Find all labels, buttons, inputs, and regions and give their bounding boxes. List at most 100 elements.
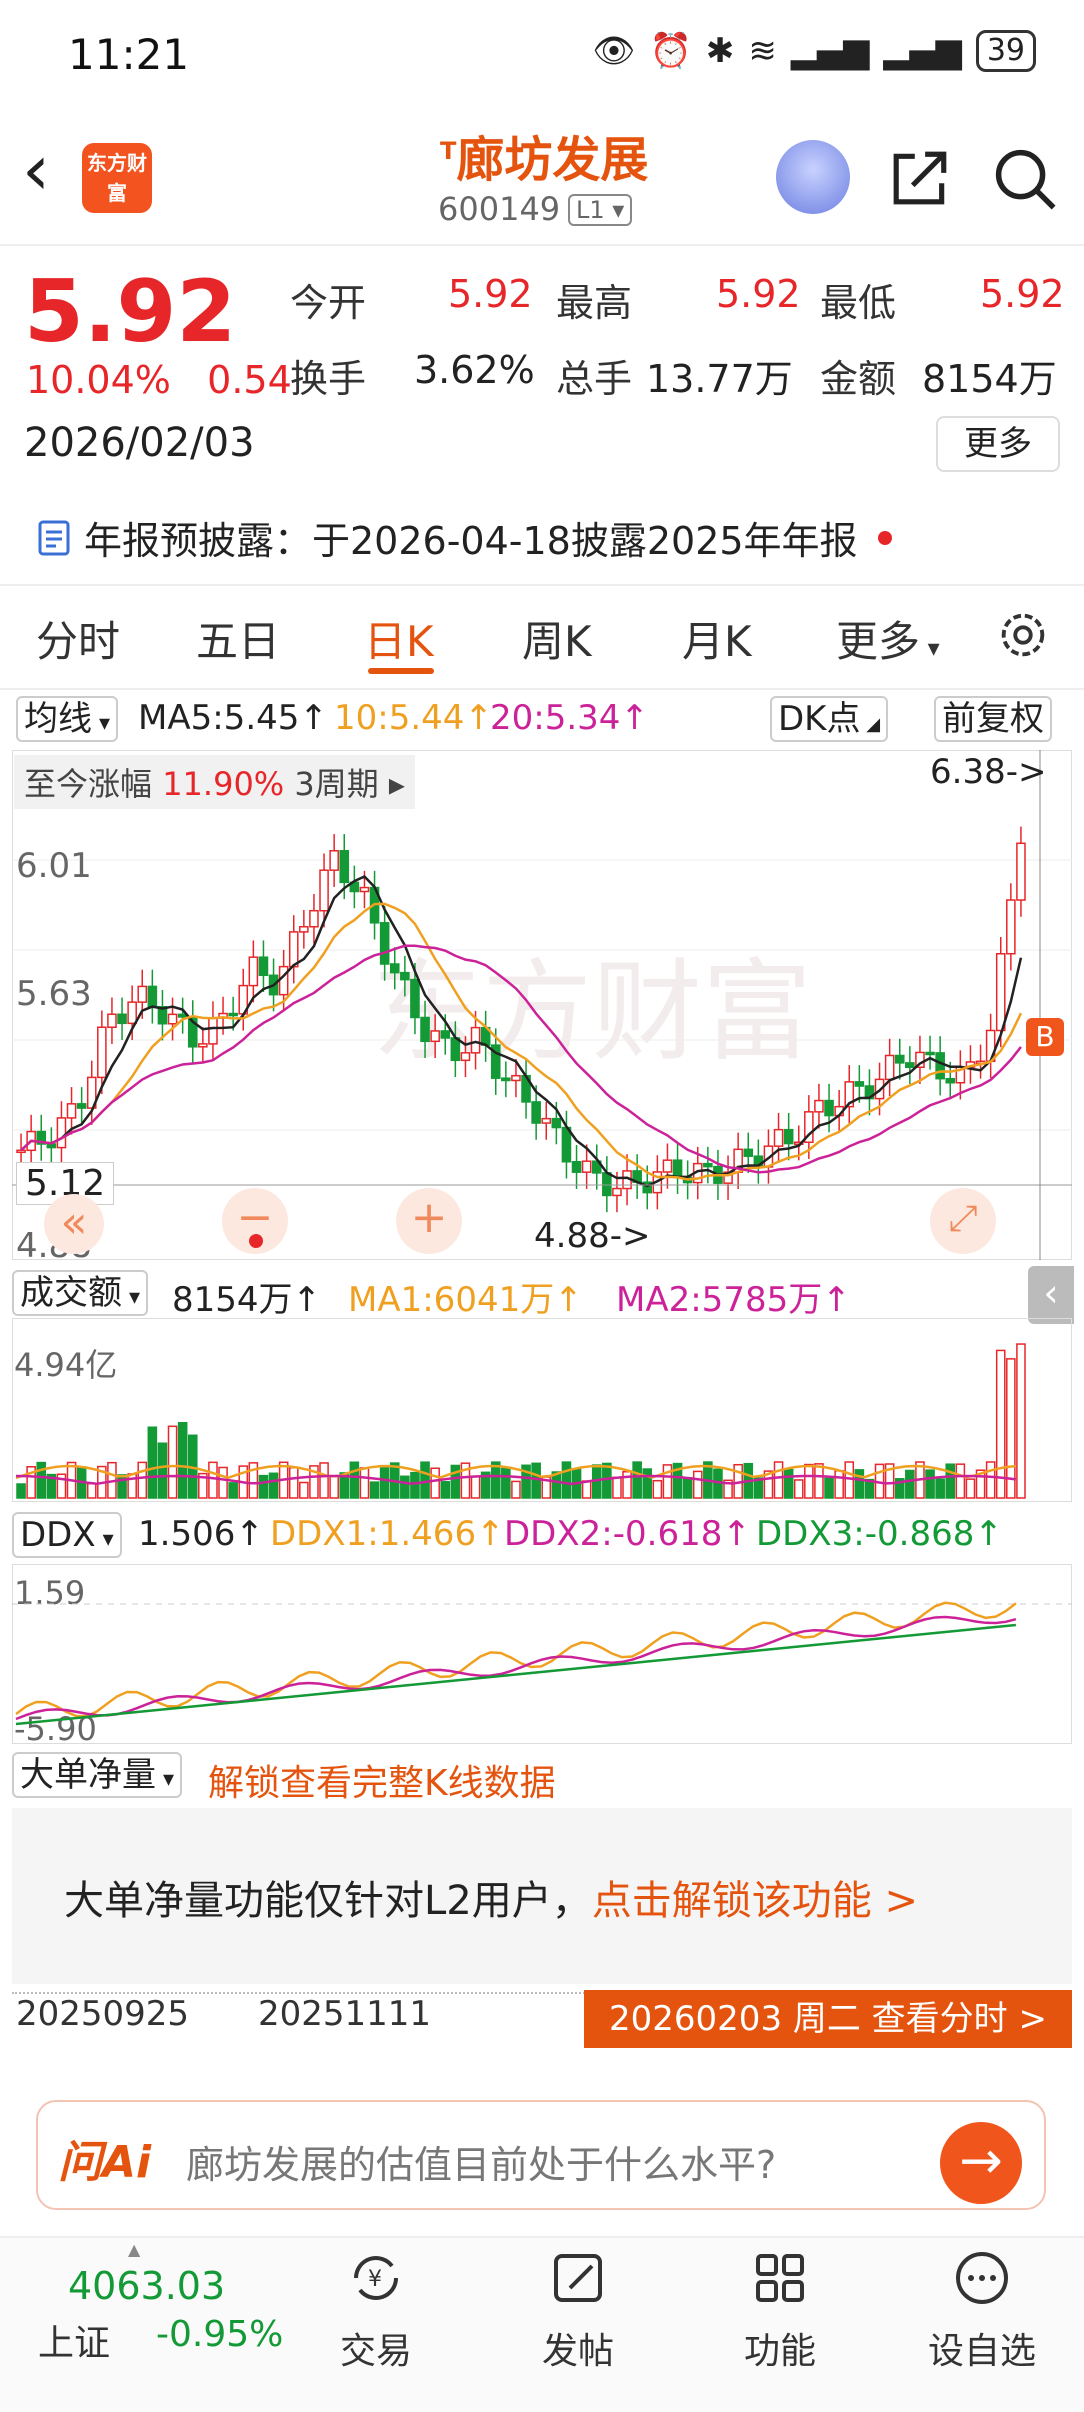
ddx-svg [12,1601,1072,1726]
gear-icon[interactable] [994,606,1052,664]
zoom-indicator-dot [249,1234,263,1248]
ask-send-button[interactable]: → [940,2122,1022,2204]
back-button[interactable]: ‹ [22,135,82,210]
unlock-feature-link[interactable]: 点击解锁该功能 > [592,1878,918,1924]
nav-post[interactable]: 发帖 [508,2248,648,2374]
candle-body [854,1081,865,1087]
volume-bar [86,1482,97,1499]
wifi-icon: ≋ [748,31,777,71]
candle-body [561,1126,572,1163]
collapse-panel-button[interactable]: ‹ [1028,1266,1074,1324]
tab-wuri[interactable]: 五日 [196,608,280,669]
candle-body [379,922,390,965]
volume-bar [945,1463,956,1499]
volume-bar [177,1422,188,1499]
volume-bar [349,1461,360,1499]
scroll-left-button[interactable]: « [44,1194,104,1254]
volume-bar [1016,1343,1026,1499]
volume-bar [814,1463,824,1499]
volume-bar [218,1466,228,1499]
index-name[interactable]: 上证 [38,2314,110,2366]
tab-fenshi[interactable]: 分时 [36,608,120,669]
fq-select[interactable]: 前复权 [934,696,1052,742]
kline-svg[interactable]: 东方财富 [12,750,1072,1260]
tab-rik[interactable]: 日K [364,608,434,669]
candle-body [1016,842,1026,901]
candle-body [329,850,339,871]
level-badge[interactable]: L1 ▾ [568,194,633,226]
tab-yuek[interactable]: 月K [682,608,752,669]
buy-mark[interactable]: B [1026,1018,1064,1056]
candle-body [612,1187,622,1197]
volume-bar [632,1461,642,1499]
status-bar: 11:21 👁 ⏰ ✱ ≋ ▂▄▆ ▂▄▆ 39 [0,0,1084,110]
volume-bar [511,1480,521,1499]
ask-ai-logo: 问Ai [58,2137,152,2188]
ai-robot-icon[interactable] [776,140,850,214]
ask-ai-input[interactable]: 廊坊发展的估值目前处于什么水平? [186,2134,776,2189]
volume-bar [955,1463,966,1499]
nav-functions[interactable]: 功能 [710,2248,850,2374]
fullscreen-button[interactable]: ⤢ [930,1188,996,1254]
zoom-in-button[interactable]: + [396,1188,462,1254]
volume-bar [985,1461,996,1499]
volume-bar [268,1472,279,1499]
ma5-value: MA5:5.45↑ [138,698,328,738]
candle-body [672,1159,683,1178]
divider [0,688,1084,690]
stock-title[interactable]: T廊坊发展 [440,120,648,190]
volume-bar [965,1478,976,1499]
turnover-label: 换手 [290,357,367,401]
period-gain-badge[interactable]: 至今涨幅 11.90% 3周期 ▸ [14,755,415,809]
volume-bar [602,1462,612,1499]
volume-select[interactable]: 成交额 ▾ [12,1270,149,1316]
volume-bar [531,1462,541,1499]
index-change[interactable]: -0.95% [156,2314,283,2355]
report-notice[interactable]: 年报预披露：于2026-04-18披露2025年年报 [34,510,892,565]
volume-bar [329,1475,339,1499]
eastmoney-logo[interactable]: 东方财富 [82,143,152,213]
bigorder-select[interactable]: 大单净量 ▾ [12,1752,183,1798]
view-intraday-button[interactable]: 20260203 周二 查看分时 > [584,1990,1072,2048]
candle-body [56,1117,67,1149]
dk-select[interactable]: DK点 ◢ [770,696,889,742]
volume-bar [470,1475,481,1499]
tab-more[interactable]: 更多 ▾ [836,608,940,669]
volume-bar [501,1467,511,1499]
candle-body [894,1054,905,1064]
share-icon[interactable] [890,146,952,208]
ma-select[interactable]: 均线 ▾ [16,696,119,742]
unlock-kline-link[interactable]: 解锁查看完整K线数据 [208,1754,556,1806]
volume-bar [692,1470,703,1499]
candle-body [551,1117,562,1129]
ddx-select[interactable]: DDX ▾ [12,1512,122,1558]
nav-trade[interactable]: ¥ 交易 [306,2248,446,2374]
document-icon [38,520,70,555]
candle-body [389,963,400,974]
ma10-value: 10:5.44↑ [334,698,493,738]
candle-body [945,1077,956,1084]
ddx1-value: DDX1:1.466↑ [270,1514,505,1554]
volume-bar [844,1461,855,1499]
alarm-icon: ⏰ [649,31,692,71]
candle-body [208,1017,218,1045]
date-start: 20250925 [16,1994,190,2034]
nav-watchlist[interactable]: 设自选 [912,2248,1052,2374]
low-label: 最低 [820,281,897,325]
volume-bar [642,1468,653,1499]
volume-bar [773,1461,784,1499]
volume-bar [430,1467,440,1499]
candle-body [339,850,350,884]
search-icon[interactable] [992,146,1058,212]
grid-icon [756,2254,804,2302]
battery-icon: 39 [975,30,1036,72]
tab-zhouk[interactable]: 周K [522,608,592,669]
candle-body [420,1016,430,1043]
volume-ma2: MA2:5785万↑ [616,1280,851,1320]
current-price: 5.92 [24,262,237,362]
ddx-value: 1.506↑ [138,1514,264,1554]
edit-icon [554,2254,602,2302]
bigorder-message: 大单净量功能仅针对L2用户，点击解锁该功能 > [64,1878,918,1924]
index-value[interactable]: 4063.03 [68,2264,225,2308]
more-quote-button[interactable]: 更多 [936,416,1060,472]
